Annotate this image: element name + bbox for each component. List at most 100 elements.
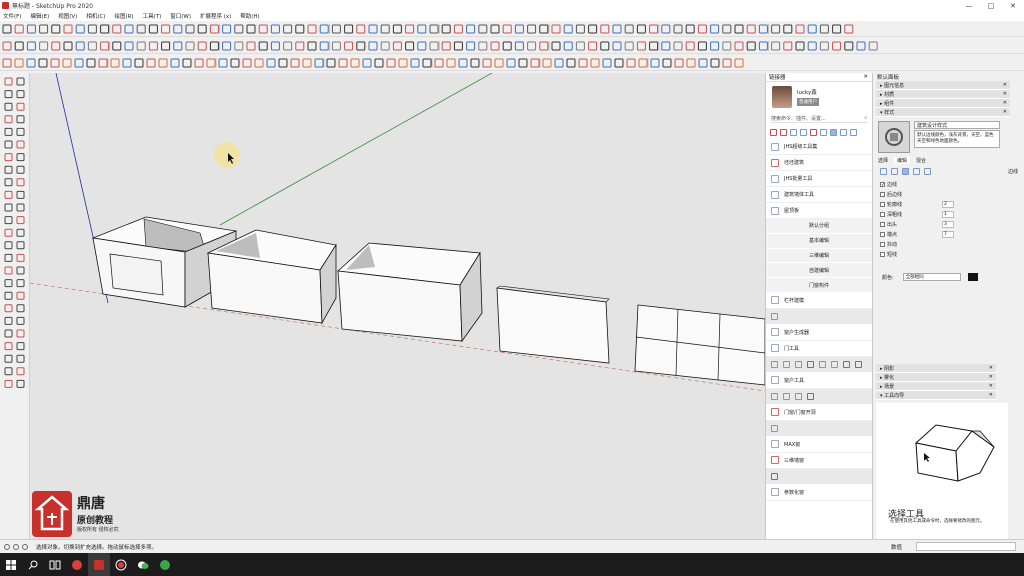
close-icon[interactable]: ✕: [989, 374, 993, 380]
toolbar-tool-icon[interactable]: [710, 58, 720, 68]
param-style-icon[interactable]: [771, 472, 778, 480]
opening-style-icon[interactable]: [771, 424, 778, 432]
checkbox[interactable]: [880, 201, 885, 207]
style-thumbnail[interactable]: [878, 121, 910, 153]
toolbar-tool-icon[interactable]: [14, 58, 24, 68]
toolbar-tool-icon[interactable]: [39, 41, 49, 51]
toolbar-tool-icon[interactable]: [490, 41, 500, 51]
door-style-icon[interactable]: [771, 360, 778, 368]
tray-section-styles[interactable]: ▾ 样式 ✕: [876, 108, 1010, 117]
toolbar-tool-icon[interactable]: [650, 58, 660, 68]
toolbar-tool-icon[interactable]: [686, 58, 696, 68]
taskbar-app-wechat[interactable]: [132, 553, 154, 576]
taskbar-app-sketchup[interactable]: [88, 553, 110, 576]
toolbar-tool-icon[interactable]: [380, 41, 390, 51]
toolbar-tool-icon[interactable]: [722, 41, 732, 51]
toolbar-tool-icon[interactable]: [148, 24, 158, 34]
toolbar-tool-icon[interactable]: [417, 41, 427, 51]
toolbar-tool-icon[interactable]: [551, 41, 561, 51]
toolbar-tool-icon[interactable]: [146, 58, 156, 68]
toolbar-tool-icon[interactable]: [405, 24, 415, 34]
toolbar-tool-icon[interactable]: [795, 24, 805, 34]
toolbar-tool-icon[interactable]: [258, 24, 268, 34]
toolbar-tool-icon[interactable]: [575, 24, 585, 34]
left-tool-icon[interactable]: [16, 165, 25, 174]
toolbar-tool-icon[interactable]: [819, 41, 829, 51]
panel-icon[interactable]: [830, 128, 837, 136]
edge-setting-value[interactable]: 3: [942, 220, 954, 228]
menu-file[interactable]: 文件(F): [3, 12, 21, 20]
search-icon[interactable]: ⌕: [864, 115, 867, 121]
credits-icon[interactable]: [13, 543, 19, 550]
window-grid-model[interactable]: [634, 304, 765, 386]
toolbar-tool-icon[interactable]: [398, 58, 408, 68]
style-description-field[interactable]: 默认边线颜色，浅灰背景，天空，蓝色天空和绿色地面颜色。: [914, 130, 1000, 148]
toolbar-tool-icon[interactable]: [722, 24, 732, 34]
toolbar-tool-icon[interactable]: [112, 41, 122, 51]
toolbar-tool-icon[interactable]: [434, 58, 444, 68]
toolbar-tool-icon[interactable]: [368, 41, 378, 51]
left-tool-icon[interactable]: [16, 140, 25, 149]
door-style-icon[interactable]: [819, 360, 826, 368]
left-tool-icon[interactable]: [4, 115, 13, 124]
toolbar-tool-icon[interactable]: [86, 58, 96, 68]
edge-setting-row[interactable]: 抖动: [880, 239, 1018, 249]
toolbar-tool-icon[interactable]: [566, 58, 576, 68]
toolbar-tool-icon[interactable]: [307, 41, 317, 51]
close-icon[interactable]: ✕: [1003, 100, 1007, 106]
user-card[interactable]: lucky鑫 普通用户: [766, 82, 872, 112]
left-tool-icon[interactable]: [4, 77, 13, 86]
face-settings-icon[interactable]: [891, 167, 898, 175]
toolbar-tool-icon[interactable]: [362, 58, 372, 68]
toolbar-tool-icon[interactable]: [173, 41, 183, 51]
checkbox[interactable]: [880, 231, 885, 237]
toolbar-tool-icon[interactable]: [494, 58, 504, 68]
toolbar-tool-icon[interactable]: [356, 41, 366, 51]
tray-section-entity-info[interactable]: ▸ 图元信息 ✕: [876, 81, 1010, 90]
toolbar-tool-icon[interactable]: [254, 58, 264, 68]
toolbar-tool-icon[interactable]: [410, 58, 420, 68]
toolbar-tool-icon[interactable]: [417, 24, 427, 34]
menu-extensions[interactable]: 扩展程序 (x): [200, 12, 231, 20]
menu-view[interactable]: 视图(V): [58, 12, 77, 20]
toolbar-tool-icon[interactable]: [283, 41, 293, 51]
door-style-icon[interactable]: [795, 360, 802, 368]
checkbox[interactable]: [880, 191, 885, 197]
toolbar-tool-icon[interactable]: [319, 24, 329, 34]
wall-panel-model[interactable]: [496, 285, 610, 364]
toolbar-tool-icon[interactable]: [124, 41, 134, 51]
toolbar-tool-icon[interactable]: [466, 41, 476, 51]
toolbar-tool-icon[interactable]: [527, 41, 537, 51]
toolbar-icons-3[interactable]: [0, 55, 1024, 71]
toolbar-tool-icon[interactable]: [100, 24, 110, 34]
toolbar-tool-icon[interactable]: [783, 41, 793, 51]
toolbar-tool-icon[interactable]: [209, 41, 219, 51]
layout-icon[interactable]: [820, 128, 827, 136]
toolbar-tool-icon[interactable]: [405, 41, 415, 51]
toolbar-tool-icon[interactable]: [661, 24, 671, 34]
toolbar-tool-icon[interactable]: [87, 24, 97, 34]
toolbar-tool-icon[interactable]: [746, 24, 756, 34]
plugin-close-button[interactable]: ✕: [863, 74, 868, 80]
toolbar-tool-icon[interactable]: [134, 58, 144, 68]
toolbar-tool-icon[interactable]: [807, 41, 817, 51]
toolbar-tool-icon[interactable]: [110, 58, 120, 68]
sub-entry-default-group[interactable]: 默认分组: [766, 219, 872, 234]
help-icon[interactable]: [22, 543, 28, 550]
toolbar-tool-icon[interactable]: [374, 58, 384, 68]
toolbar-tool-icon[interactable]: [551, 24, 561, 34]
close-icon[interactable]: ✕: [989, 392, 993, 398]
plugin-search[interactable]: 搜索命令、插件、设置... ⌕: [771, 114, 867, 123]
toolbar-tool-icon[interactable]: [542, 58, 552, 68]
toolbar-tool-icon[interactable]: [136, 41, 146, 51]
left-tool-icon[interactable]: [16, 279, 25, 288]
toolbar-tool-icon[interactable]: [26, 41, 36, 51]
toolbar-tool-icon[interactable]: [734, 58, 744, 68]
toolbar-tool-icon[interactable]: [234, 41, 244, 51]
toolbar-tool-icon[interactable]: [270, 24, 280, 34]
toolbar-tool-icon[interactable]: [554, 58, 564, 68]
plugin-entry-max-window[interactable]: MAX窗: [766, 437, 872, 453]
toolbar-tool-icon[interactable]: [429, 41, 439, 51]
toolbar-tool-icon[interactable]: [197, 41, 207, 51]
table-icon[interactable]: [850, 128, 857, 136]
